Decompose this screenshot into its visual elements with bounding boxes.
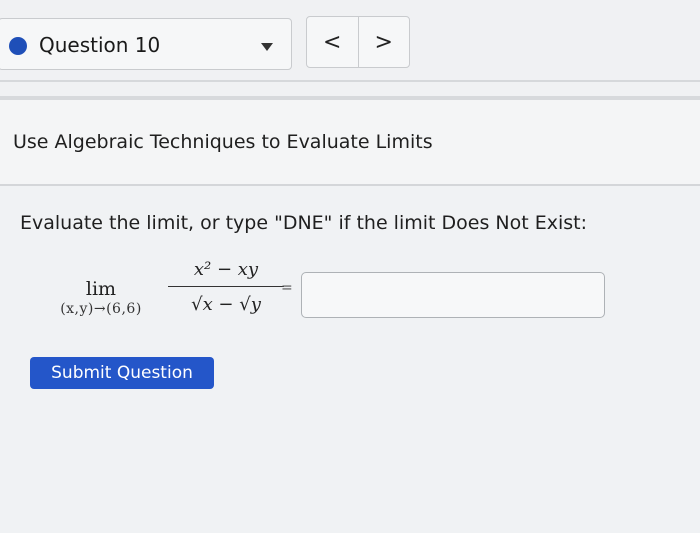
- status-dot-icon: [9, 37, 27, 55]
- question-prompt: Evaluate the limit, or type "DNE" if the…: [20, 212, 588, 234]
- next-question-button[interactable]: >: [359, 17, 410, 67]
- limit-operator: lim (x,y)→(6,6): [36, 278, 166, 318]
- submit-question-button[interactable]: Submit Question: [30, 357, 214, 389]
- question-selector[interactable]: Question 10: [0, 18, 292, 70]
- equals-sign: =: [281, 280, 293, 296]
- fraction-denominator: √x − √y: [191, 294, 261, 315]
- caret-down-icon[interactable]: [261, 43, 273, 51]
- section-header: Use Algebraic Techniques to Evaluate Lim…: [0, 100, 700, 186]
- previous-question-button[interactable]: <: [307, 17, 359, 67]
- divider: [0, 80, 700, 82]
- fraction-bar: [168, 286, 284, 287]
- limit-expression: x² − xy √x − √y: [168, 256, 284, 319]
- fraction-numerator: x² − xy: [193, 259, 259, 280]
- section-title: Use Algebraic Techniques to Evaluate Lim…: [13, 131, 433, 153]
- question-label: Question 10: [39, 33, 161, 57]
- question-pager: < >: [306, 16, 410, 68]
- question-navigation-bar: Question 10 < >: [0, 0, 700, 100]
- answer-input[interactable]: [301, 272, 605, 318]
- lim-label: lim: [85, 278, 117, 300]
- lim-subscript: (x,y)→(6,6): [60, 301, 142, 317]
- question-body: Evaluate the limit, or type "DNE" if the…: [0, 186, 700, 533]
